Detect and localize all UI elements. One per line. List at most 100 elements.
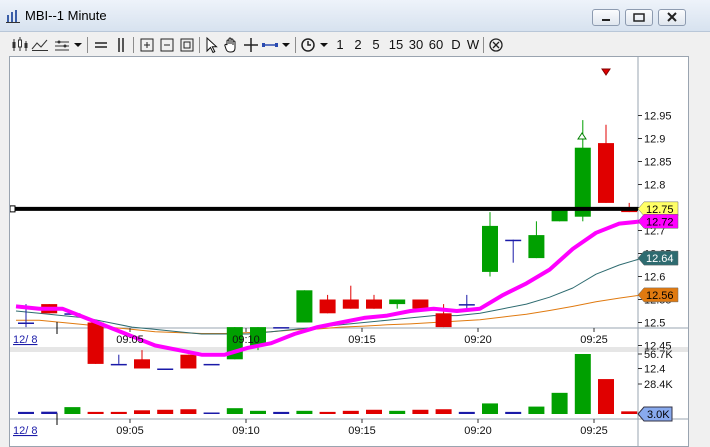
minimize-button[interactable] bbox=[592, 9, 620, 26]
volume-bar[interactable] bbox=[296, 410, 313, 414]
measure-tool-icon[interactable] bbox=[261, 34, 279, 56]
candle-body[interactable] bbox=[319, 299, 336, 314]
volume-bar[interactable] bbox=[226, 408, 243, 414]
volume-bar[interactable] bbox=[87, 411, 104, 414]
volume-bar[interactable] bbox=[598, 379, 614, 414]
volume-bar[interactable] bbox=[342, 410, 359, 414]
chevron-down-icon[interactable] bbox=[73, 34, 83, 56]
candle-body[interactable] bbox=[110, 363, 127, 366]
indicators-icon[interactable] bbox=[31, 34, 49, 56]
zoom-fit-icon[interactable] bbox=[179, 34, 195, 56]
toolbar-divider bbox=[199, 37, 200, 53]
pane-splitter[interactable] bbox=[10, 347, 688, 352]
interval-5-button[interactable]: 5 bbox=[369, 34, 383, 56]
candle-body[interactable] bbox=[458, 304, 475, 306]
restore-button[interactable] bbox=[625, 9, 653, 26]
toolbar-divider bbox=[295, 37, 296, 53]
candle-body[interactable] bbox=[505, 239, 522, 242]
candle-body[interactable] bbox=[412, 299, 429, 309]
crosshair-icon[interactable] bbox=[243, 34, 259, 56]
candle-body[interactable] bbox=[598, 143, 614, 203]
candle-body[interactable] bbox=[180, 354, 197, 369]
volume-bar[interactable] bbox=[412, 409, 429, 414]
interval-60-button[interactable]: 60 bbox=[427, 34, 445, 56]
volume-bar[interactable] bbox=[551, 392, 568, 414]
volume-axis-tick-label: 28.4K bbox=[644, 379, 673, 391]
volume-bar[interactable] bbox=[435, 409, 452, 414]
volume-bar[interactable] bbox=[482, 403, 498, 414]
chevron-down-icon[interactable] bbox=[281, 34, 291, 56]
volume-bar[interactable] bbox=[366, 409, 382, 414]
candle-body[interactable] bbox=[528, 235, 545, 259]
pointer-icon[interactable] bbox=[203, 34, 219, 56]
studies-icon[interactable] bbox=[53, 34, 71, 56]
volume-bar[interactable] bbox=[64, 407, 81, 414]
zoom-out-icon[interactable] bbox=[159, 34, 175, 56]
close-button[interactable] bbox=[658, 9, 686, 26]
volume-bar[interactable] bbox=[180, 409, 197, 414]
hand-pan-icon[interactable] bbox=[223, 34, 239, 56]
chevron-down-icon[interactable] bbox=[319, 34, 329, 56]
volume-bar[interactable] bbox=[41, 411, 58, 414]
volume-x-tick-label: 09:25 bbox=[580, 425, 608, 437]
volume-bar[interactable] bbox=[319, 411, 336, 414]
clock-interval-icon[interactable] bbox=[299, 34, 317, 56]
line-handle-left[interactable] bbox=[10, 205, 16, 213]
volume-bar[interactable] bbox=[273, 411, 290, 414]
toolbar-divider bbox=[483, 37, 484, 53]
candle-body[interactable] bbox=[389, 299, 406, 305]
price-chart[interactable]: 12.9512.912.8512.812.7512.712.6512.612.5… bbox=[10, 57, 688, 446]
candle-body[interactable] bbox=[482, 225, 498, 272]
price-x-tick-label: 09:15 bbox=[348, 334, 376, 346]
chart-panel[interactable]: 12.9512.912.8512.812.7512.712.6512.612.5… bbox=[9, 56, 689, 447]
candlestick-style-icon[interactable] bbox=[11, 34, 29, 56]
volume-tag-label: 3.0K bbox=[647, 409, 670, 421]
candle-body[interactable] bbox=[18, 322, 34, 325]
volume-bar[interactable] bbox=[505, 411, 522, 414]
toolbar-divider bbox=[133, 37, 134, 53]
volume-bar[interactable] bbox=[18, 411, 34, 414]
price-x-tick-label: 09:25 bbox=[580, 334, 608, 346]
zoom-in-icon[interactable] bbox=[139, 34, 155, 56]
chart-app-icon bbox=[6, 10, 20, 23]
horizontal-line-tool-icon[interactable] bbox=[93, 34, 109, 56]
candle-body[interactable] bbox=[342, 299, 359, 309]
candle-body[interactable] bbox=[296, 290, 313, 323]
volume-bar[interactable] bbox=[528, 406, 545, 414]
interval-weekly-button[interactable]: W bbox=[465, 34, 481, 56]
candle-body[interactable] bbox=[273, 327, 290, 329]
candle-body[interactable] bbox=[435, 313, 452, 328]
candle-body[interactable] bbox=[157, 368, 174, 371]
interval-daily-button[interactable]: D bbox=[449, 34, 463, 56]
volume-axis-tick-label: 56.7K bbox=[644, 349, 673, 361]
volume-bar[interactable] bbox=[110, 411, 127, 414]
candle-body[interactable] bbox=[87, 322, 104, 364]
candle-body[interactable] bbox=[574, 147, 591, 217]
interval-2-button[interactable]: 2 bbox=[351, 34, 365, 56]
volume-bar[interactable] bbox=[389, 410, 406, 414]
candle-body[interactable] bbox=[203, 363, 220, 366]
minimize-icon bbox=[602, 19, 610, 21]
candle-body[interactable] bbox=[366, 299, 382, 309]
interval-30-button[interactable]: 30 bbox=[407, 34, 425, 56]
vertical-line-tool-icon[interactable] bbox=[113, 34, 129, 56]
candle-body[interactable] bbox=[134, 359, 150, 369]
interval-1-button[interactable]: 1 bbox=[333, 34, 347, 56]
volume-bar[interactable] bbox=[157, 409, 174, 414]
volume-bar[interactable] bbox=[203, 412, 220, 415]
price-tag-label: 12.64 bbox=[646, 253, 674, 265]
volume-x-tick-label: 09:20 bbox=[464, 425, 492, 437]
y-axis-tick-label: 12.5 bbox=[644, 318, 665, 330]
price-tag-label: 12.56 bbox=[646, 290, 674, 302]
buy-signal-arrow-icon bbox=[577, 132, 587, 140]
volume-x-tick-label: 09:15 bbox=[348, 425, 376, 437]
interval-15-button[interactable]: 15 bbox=[387, 34, 405, 56]
volume-bar[interactable] bbox=[574, 354, 591, 414]
volume-bar[interactable] bbox=[134, 410, 150, 414]
y-axis-tick-label: 12.85 bbox=[644, 157, 672, 169]
cancel-circle-icon[interactable] bbox=[487, 34, 505, 56]
price-tag-label: 12.72 bbox=[646, 216, 674, 228]
volume-bar[interactable] bbox=[458, 411, 475, 414]
volume-bar[interactable] bbox=[250, 410, 266, 414]
volume-bar[interactable] bbox=[621, 411, 638, 414]
